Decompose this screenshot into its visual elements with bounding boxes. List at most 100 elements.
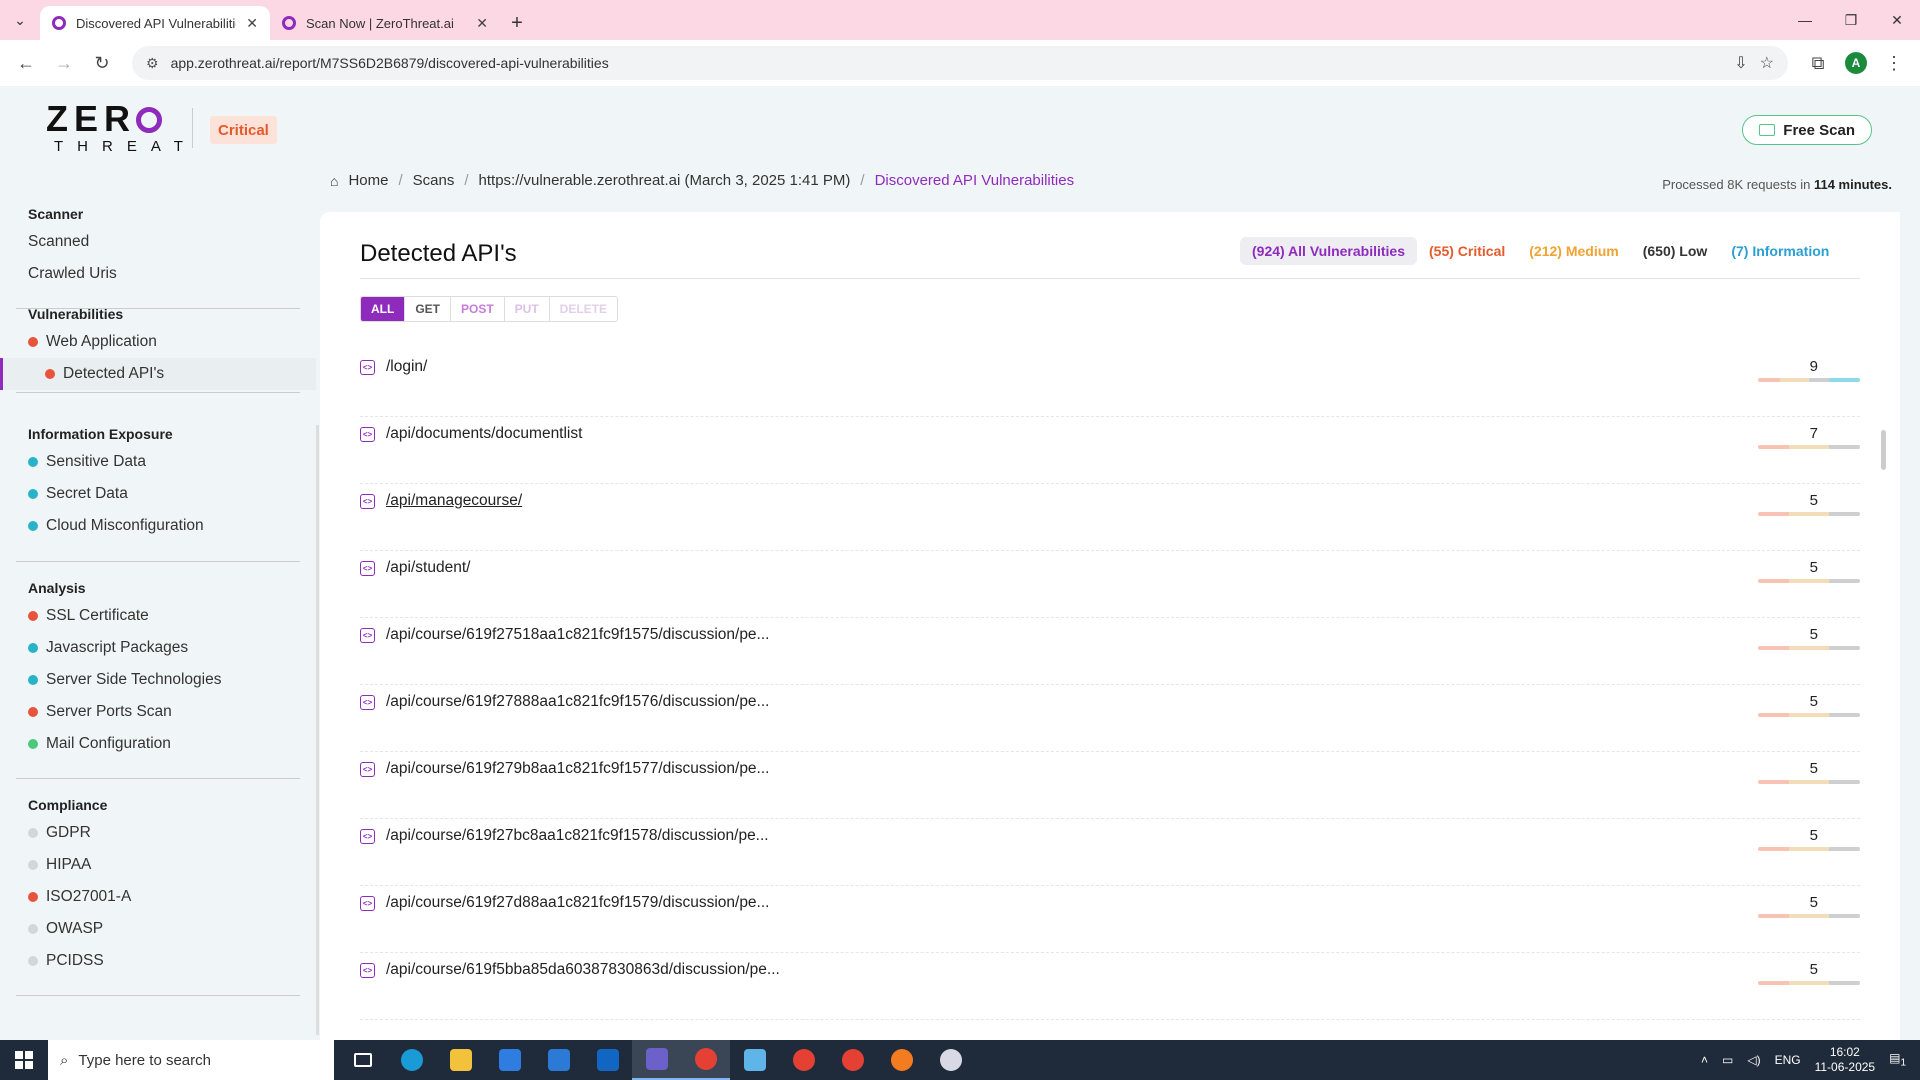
status-dot-icon	[28, 457, 38, 467]
sidebar-item-server-ports-scan[interactable]: Server Ports Scan	[0, 696, 316, 728]
api-row[interactable]: <> /api/course/619f279b8aa1c821fc9f1577/d…	[360, 752, 1860, 819]
api-row[interactable]: <> /login/9	[360, 350, 1860, 417]
restore-icon[interactable]: ❐	[1828, 0, 1874, 40]
chrome-profile-icon[interactable]	[779, 1040, 828, 1080]
sidebar-item-secret-data[interactable]: Secret Data	[0, 478, 316, 510]
api-path[interactable]: /api/course/619f279b8aa1c821fc9f1577/dis…	[386, 760, 769, 778]
filter-medium[interactable]: (212) Medium	[1517, 237, 1630, 265]
notifications-icon[interactable]: ▤1	[1889, 1051, 1906, 1068]
omnibox[interactable]: ⚙ app.zerothreat.ai/report/M7SS6D2B6879/…	[132, 46, 1788, 80]
sidebar-item-sensitive-data[interactable]: Sensitive Data	[0, 446, 316, 478]
reload-icon[interactable]: ↻	[86, 47, 118, 79]
mail-icon[interactable]	[534, 1040, 583, 1080]
api-path[interactable]: /api/student/	[386, 559, 470, 577]
browser-menu-icon[interactable]: ⋮	[1878, 47, 1910, 79]
network-icon[interactable]: ▭	[1722, 1053, 1733, 1067]
sidebar-item-detected-apis[interactable]: Detected API's	[0, 358, 316, 390]
site-info-icon[interactable]: ⚙	[146, 55, 159, 72]
method-delete-button[interactable]: DELETE	[550, 297, 617, 321]
breadcrumb-scans[interactable]: Scans	[413, 172, 455, 189]
api-row[interactable]: <> /api/managecourse/5	[360, 484, 1860, 551]
sidebar-item-mail-configuration[interactable]: Mail Configuration	[0, 728, 316, 760]
sidebar-item-gdpr[interactable]: GDPR	[0, 817, 316, 849]
page-scrollbar[interactable]	[1881, 430, 1886, 470]
zerothreat-logo[interactable]: ZER THREAT	[46, 100, 186, 156]
filter-low[interactable]: (650) Low	[1631, 237, 1720, 265]
task-view-icon[interactable]	[338, 1040, 387, 1080]
volume-icon[interactable]: ◁)	[1747, 1053, 1760, 1067]
edge-icon[interactable]	[387, 1040, 436, 1080]
sidebar-item-ssl-certificate[interactable]: SSL Certificate	[0, 600, 316, 632]
close-window-icon[interactable]: ✕	[1874, 0, 1920, 40]
home-icon[interactable]: ⌂	[330, 173, 338, 189]
sidebar-item-label: Mail Configuration	[46, 735, 171, 752]
sidebar-item-pcidss[interactable]: PCIDSS	[0, 945, 316, 977]
api-path[interactable]: /api/course/619f27888aa1c821fc9f1576/dis…	[386, 693, 769, 711]
api-row[interactable]: <> /api/course/619f27518aa1c821fc9f1575/d…	[360, 618, 1860, 685]
sidebar-item-hipaa[interactable]: HIPAA	[0, 849, 316, 881]
close-tab-icon[interactable]: ✕	[246, 15, 258, 32]
sidebar-scrollbar[interactable]	[316, 425, 319, 1035]
sidebar-item-server-side-technologies[interactable]: Server Side Technologies	[0, 664, 316, 696]
start-button[interactable]	[0, 1040, 48, 1080]
windows-logo-icon	[15, 1051, 33, 1069]
method-post-button[interactable]: POST	[451, 297, 505, 321]
tab-discovered-api[interactable]: Discovered API Vulnerabilities | ✕	[40, 6, 270, 40]
api-path[interactable]: /login/	[386, 358, 427, 376]
sidebar-item-owasp[interactable]: OWASP	[0, 913, 316, 945]
free-scan-button[interactable]: Free Scan	[1742, 115, 1872, 145]
back-arrow-icon[interactable]: ←	[10, 47, 42, 79]
chrome-alt-icon[interactable]	[828, 1040, 877, 1080]
api-row[interactable]: <> /api/course/619f27bc8aa1c821fc9f1578/d…	[360, 819, 1860, 886]
api-path[interactable]: /api/course/619f27d88aa1c821fc9f1579/dis…	[386, 894, 769, 912]
taskbar-search[interactable]: ⌕ Type here to search	[48, 1040, 334, 1080]
api-row[interactable]: <> /api/documents/documentlist 7	[360, 417, 1860, 484]
api-path[interactable]: /api/course/619f27bc8aa1c821fc9f1578/dis…	[386, 827, 769, 845]
sidebar-item-iso27001[interactable]: ISO27001-A	[0, 881, 316, 913]
api-row[interactable]: <> /api/course/619f27d88aa1c821fc9f1579/d…	[360, 886, 1860, 953]
api-path[interactable]: /api/course/619f5bba85da60387830863d/dis…	[386, 961, 780, 979]
api-row[interactable]: <> /api/course/619f27888aa1c821fc9f1576/d…	[360, 685, 1860, 752]
sidebar-item-crawled-uris[interactable]: Crawled Uris	[0, 258, 316, 290]
tray-chevron-icon[interactable]: ˄	[1701, 1053, 1708, 1067]
language-indicator[interactable]: ENG	[1775, 1053, 1801, 1067]
app-icon[interactable]	[926, 1040, 975, 1080]
tab-scan-now[interactable]: Scan Now | ZeroThreat.ai ✕	[270, 6, 500, 40]
profile-button[interactable]: A	[1840, 47, 1872, 79]
api-row[interactable]: <> /api/student/5	[360, 551, 1860, 618]
new-tab-plus-icon[interactable]: +	[500, 6, 534, 40]
clock[interactable]: 16:02 11-06-2025	[1815, 1045, 1876, 1075]
api-path[interactable]: /api/documents/documentlist	[386, 425, 582, 443]
firefox-icon[interactable]	[877, 1040, 926, 1080]
method-put-button[interactable]: PUT	[505, 297, 550, 321]
outlook-icon[interactable]	[583, 1040, 632, 1080]
forward-arrow-icon[interactable]: →	[48, 47, 80, 79]
sidebar-item-cloud-misconfiguration[interactable]: Cloud Misconfiguration	[0, 510, 316, 542]
chrome-icon[interactable]	[681, 1040, 730, 1080]
sidebar-item-scanned[interactable]: Scanned	[0, 226, 316, 258]
minimize-icon[interactable]: —	[1782, 0, 1828, 40]
api-row[interactable]: <> /api/course/619f5bba85da60387830863d/d…	[360, 953, 1860, 1020]
breadcrumb-home[interactable]: Home	[348, 172, 388, 189]
filter-information[interactable]: (7) Information	[1719, 237, 1841, 265]
tab-search-chevron-icon[interactable]: ⌄	[0, 0, 40, 40]
api-path[interactable]: /api/managecourse/	[386, 492, 522, 510]
filter-critical[interactable]: (55) Critical	[1417, 237, 1517, 265]
bookmark-star-icon[interactable]: ☆	[1760, 53, 1774, 73]
sidebar-item-label: Web Application	[46, 333, 157, 350]
filter-all-vulnerabilities[interactable]: (924) All Vulnerabilities	[1240, 237, 1418, 265]
sidebar-item-javascript-packages[interactable]: Javascript Packages	[0, 632, 316, 664]
method-get-button[interactable]: GET	[405, 297, 451, 321]
extensions-puzzle-icon[interactable]: ⧉	[1802, 47, 1834, 79]
breadcrumb-scan[interactable]: https://vulnerable.zerothreat.ai (March …	[479, 172, 851, 189]
method-all-button[interactable]: ALL	[361, 297, 406, 321]
api-path[interactable]: /api/course/619f27518aa1c821fc9f1575/dis…	[386, 626, 769, 644]
teams-icon[interactable]	[632, 1040, 681, 1080]
store-icon[interactable]	[485, 1040, 534, 1080]
url-text[interactable]: app.zerothreat.ai/report/M7SS6D2B6879/di…	[171, 55, 1723, 71]
install-app-icon[interactable]: ⇩	[1734, 53, 1747, 73]
file-explorer-icon[interactable]	[436, 1040, 485, 1080]
close-tab-icon[interactable]: ✕	[476, 15, 488, 32]
sidebar-item-web-application[interactable]: Web Application	[0, 326, 316, 358]
notepad-icon[interactable]	[730, 1040, 779, 1080]
